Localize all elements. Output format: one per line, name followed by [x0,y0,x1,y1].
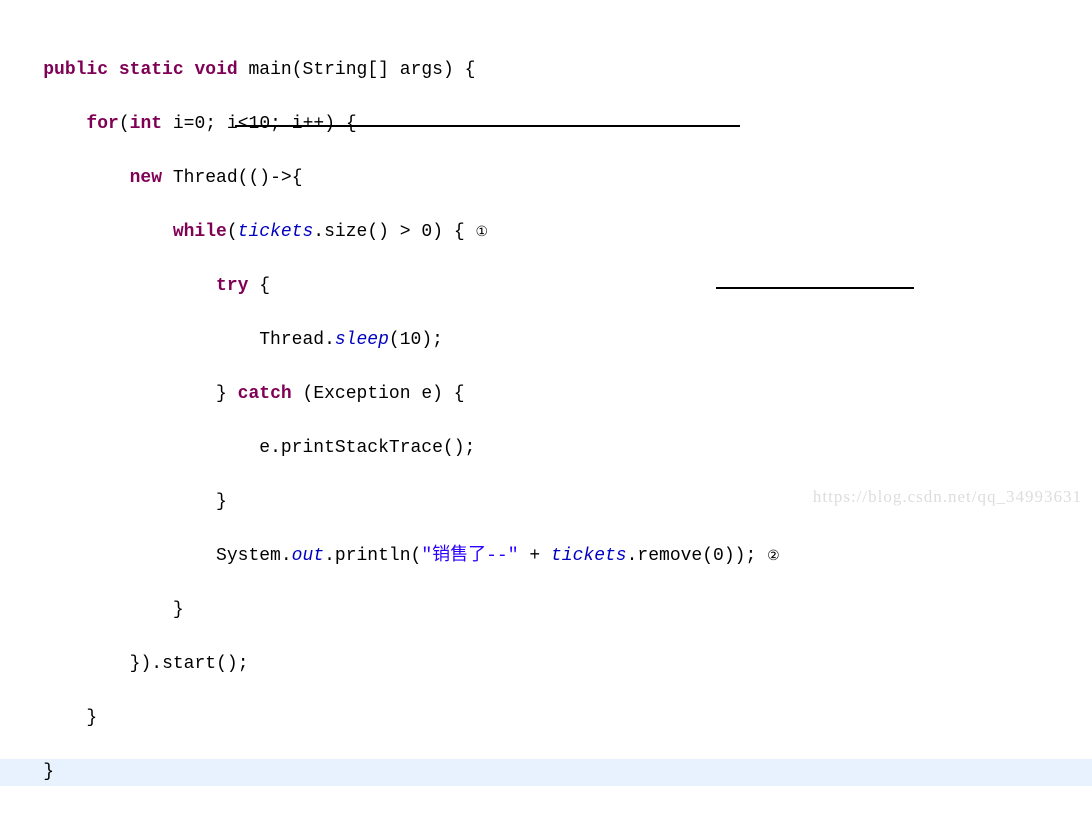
type-string: String [303,60,368,80]
code-line-10: System.out.println("销售了--" + tickets.rem… [0,543,1092,570]
kw-catch: catch [238,384,292,404]
code-line-14-highlighted: } [0,759,1092,786]
method-start: start [162,654,216,674]
method-size: size [324,222,367,242]
kw-int: int [130,114,162,134]
code-line-5: try { [0,273,1092,300]
code-line-3: new Thread(()->{ [0,165,1092,192]
marker-2: ② [767,547,780,563]
code-line-13: } [0,705,1092,732]
code-line-11: } [0,597,1092,624]
code-block: public static void main(String[] args) {… [0,0,1092,840]
method-println: println [335,546,411,566]
code-line-8: e.printStackTrace(); [0,435,1092,462]
field-tickets: tickets [551,546,627,566]
kw-for: for [86,114,118,134]
string-literal: "销售了--" [421,546,518,566]
type-thread: Thread [173,168,238,188]
method-sleep: sleep [335,330,389,350]
code-line-6: Thread.sleep(10); [0,327,1092,354]
kw-public: public [43,60,108,80]
code-line-1: public static void main(String[] args) { [0,57,1092,84]
field-tickets: tickets [238,222,314,242]
kw-try: try [216,276,248,296]
kw-while: while [173,222,227,242]
code-line-7: } catch (Exception e) { [0,381,1092,408]
method-remove: remove [637,546,702,566]
arg-args: args [400,60,443,80]
kw-static: static [119,60,184,80]
kw-new: new [130,168,162,188]
kw-void: void [194,60,237,80]
code-line-4: while(tickets.size() > 0) { ① [0,219,1092,246]
marker-1: ① [475,223,488,239]
underline-2 [716,287,914,289]
method-printstacktrace: printStackTrace [281,438,443,458]
underline-1 [235,125,740,127]
method-main: main [249,60,292,80]
type-exception: Exception [313,384,410,404]
field-out: out [292,546,324,566]
code-line-12: }).start(); [0,651,1092,678]
watermark: https://blog.csdn.net/qq_34993631 [813,487,1082,507]
